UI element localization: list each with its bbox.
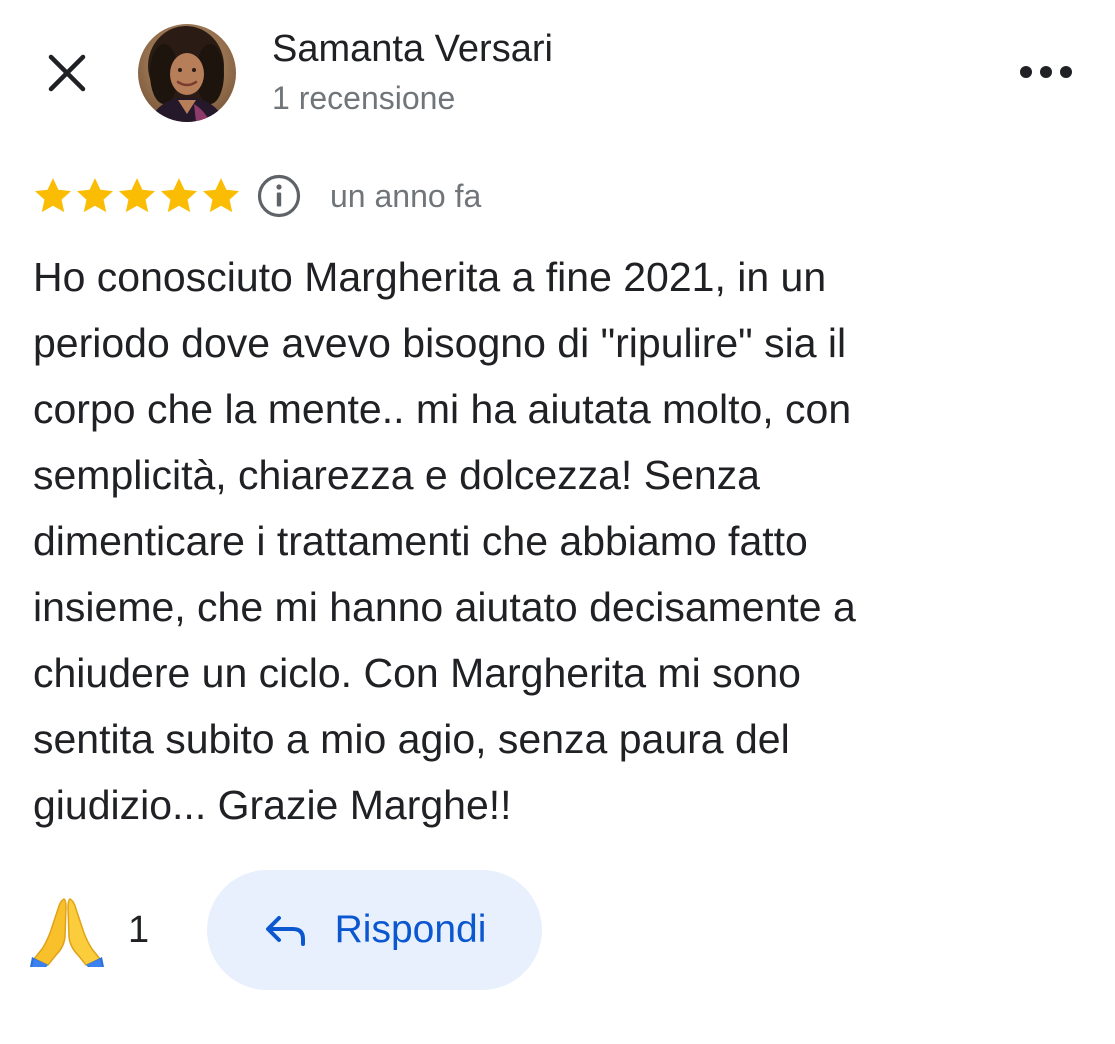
reaction-count: 1 [128, 908, 150, 951]
reviewer-name[interactable]: Samanta Versari [272, 26, 553, 72]
review-text-line: periodo dove avevo bisogno di "ripulire"… [33, 320, 847, 366]
more-horizontal-icon [1020, 66, 1072, 78]
review-text-line: giudizio... Grazie Marghe!! [33, 782, 512, 828]
star-icon [160, 178, 198, 213]
reply-arrow-icon [265, 916, 305, 946]
review-text-line: insieme, che mi hanno aiutato decisament… [33, 584, 856, 630]
info-icon[interactable] [256, 173, 302, 219]
review-text-line: semplicità, chiarezza e dolcezza! Senza [33, 452, 760, 498]
more-options-button[interactable] [1012, 48, 1080, 96]
star-icon [202, 178, 240, 213]
rating-row: un anno fa [32, 170, 481, 222]
folded-hands-icon [30, 898, 104, 967]
close-button[interactable] [40, 46, 94, 100]
star-icon [76, 178, 114, 213]
reply-label: Rispondi [334, 908, 487, 951]
star-icon [34, 178, 72, 213]
review-text-line: dimenticare i trattamenti che abbiamo fa… [33, 518, 808, 564]
review-text: Ho conosciuto Margherita a fine 2021, in… [33, 244, 1073, 838]
review-date: un anno fa [330, 177, 482, 214]
star-rating [32, 175, 242, 217]
star-icon [118, 178, 156, 213]
review-text-line: chiudere un ciclo. Con Margherita mi son… [33, 650, 801, 696]
reaction-button[interactable]: 1 [30, 890, 149, 970]
review-text-line: corpo che la mente.. mi ha aiutata molto… [33, 386, 852, 432]
avatar[interactable] [138, 24, 236, 122]
reply-button[interactable]: Rispondi [207, 870, 542, 990]
review-text-line: sentita subito a mio agio, senza paura d… [33, 716, 790, 762]
reviewer-review-count: 1 recensione [272, 80, 456, 116]
close-icon [48, 54, 86, 92]
review-text-line: Ho conosciuto Margherita a fine 2021, in… [33, 254, 827, 300]
